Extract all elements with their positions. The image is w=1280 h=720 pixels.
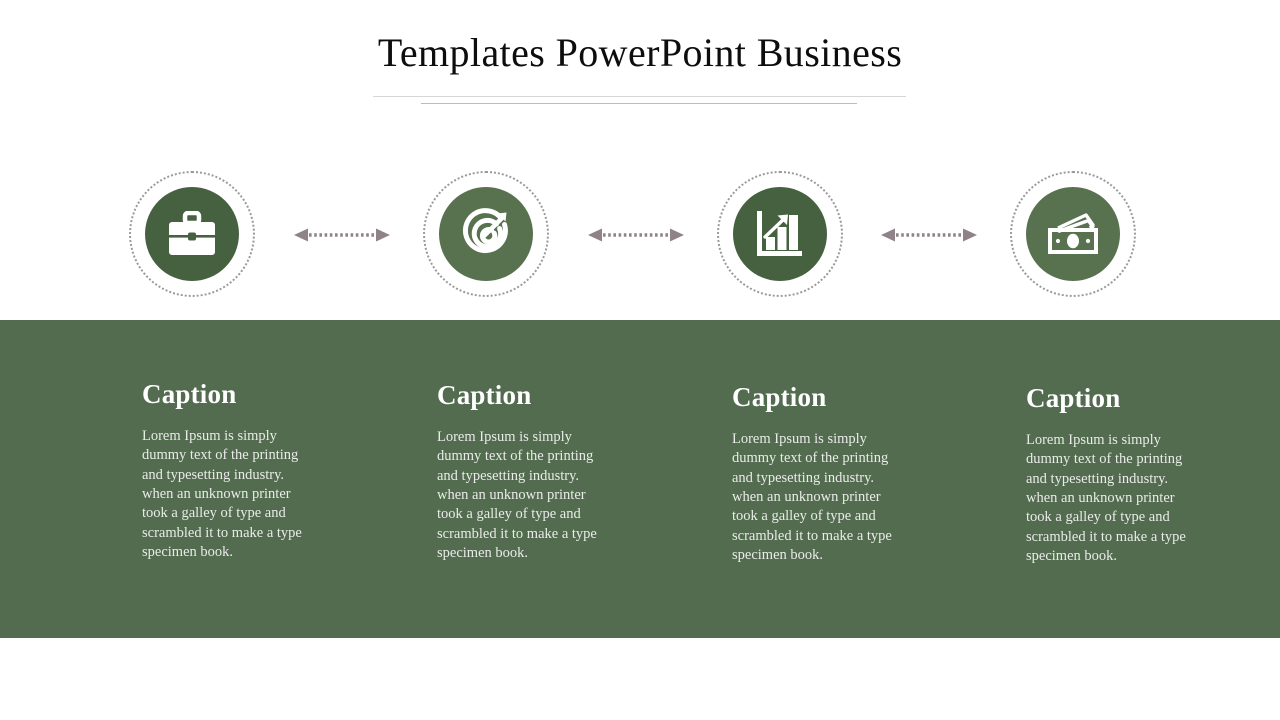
- target-arrow-icon: [460, 208, 512, 260]
- caption-body: Lorem Ipsum is simply dummy text of the …: [437, 428, 597, 562]
- caption-body: Lorem Ipsum is simply dummy text of the …: [732, 430, 892, 564]
- connector-3: [881, 226, 977, 244]
- caption-column-4: Caption Lorem Ipsum is simply dummy text…: [1026, 320, 1266, 567]
- connector-2: [588, 226, 684, 244]
- caption-column-1: Caption Lorem Ipsum is simply dummy text…: [142, 320, 382, 563]
- caption-column-2: Caption Lorem Ipsum is simply dummy text…: [437, 320, 677, 564]
- caption-column-3: Caption Lorem Ipsum is simply dummy text…: [732, 320, 972, 566]
- caption-heading: Caption: [142, 379, 237, 409]
- content-band: Caption Lorem Ipsum is simply dummy text…: [0, 320, 1280, 638]
- money-cash-icon: [1046, 212, 1100, 256]
- caption-body: Lorem Ipsum is simply dummy text of the …: [1026, 431, 1186, 565]
- title-divider-top: [373, 96, 906, 97]
- slide-canvas: Templates PowerPoint Business Caption Lo…: [0, 0, 1280, 720]
- process-node-4[interactable]: [1010, 171, 1136, 297]
- double-arrow-dotted-icon: [294, 226, 390, 244]
- process-node-1[interactable]: [129, 171, 255, 297]
- icon-circle-3: [733, 187, 827, 281]
- caption-body: Lorem Ipsum is simply dummy text of the …: [142, 427, 302, 561]
- title-divider-bottom: [421, 103, 857, 104]
- title-divider-group: [0, 66, 1280, 104]
- caption-columns: Caption Lorem Ipsum is simply dummy text…: [0, 320, 1280, 638]
- caption-heading: Caption: [732, 382, 827, 412]
- process-node-3[interactable]: [717, 171, 843, 297]
- connector-1: [294, 226, 390, 244]
- icon-circle-1: [145, 187, 239, 281]
- briefcase-icon: [166, 211, 218, 257]
- process-node-2[interactable]: [423, 171, 549, 297]
- caption-heading: Caption: [1026, 383, 1121, 413]
- icon-circle-2: [439, 187, 533, 281]
- bar-chart-growth-icon: [755, 209, 805, 259]
- double-arrow-dotted-icon: [588, 226, 684, 244]
- caption-heading: Caption: [437, 380, 532, 410]
- icon-circle-4: [1026, 187, 1120, 281]
- double-arrow-dotted-icon: [881, 226, 977, 244]
